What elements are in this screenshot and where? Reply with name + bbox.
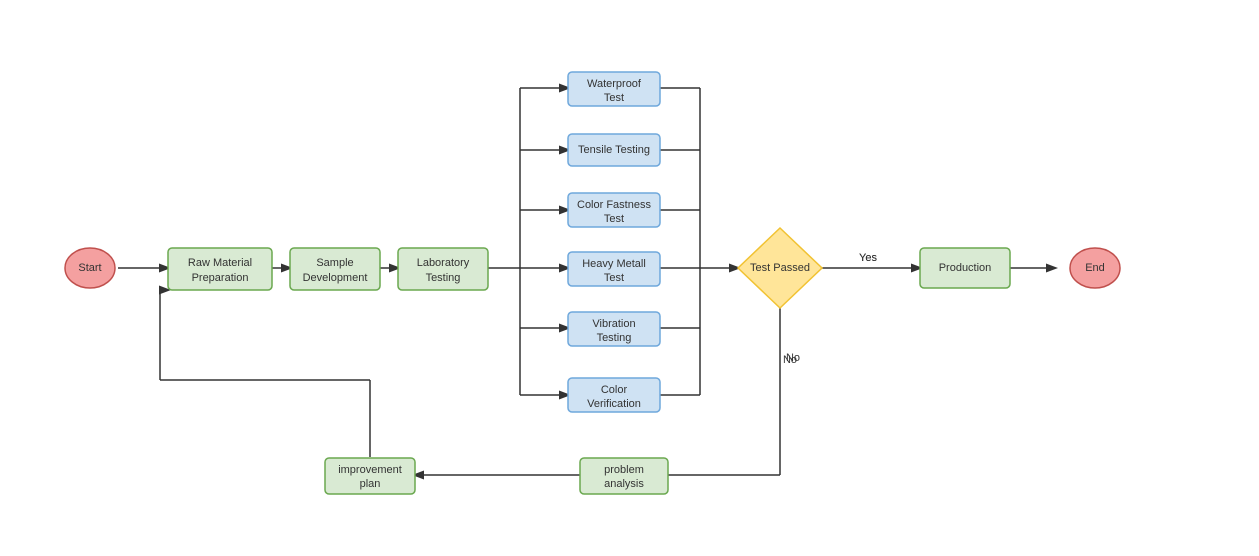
color-verification-label2: Verification (587, 398, 641, 410)
waterproof-label1: Waterproof (587, 78, 642, 90)
lab-testing-label2: Testing (426, 272, 461, 284)
heavy-metall-label1: Heavy Metall (582, 258, 646, 270)
test-passed-label: Test Passed (750, 262, 810, 274)
raw-material-label1: Raw Material (188, 257, 252, 269)
no-label: No (786, 352, 800, 364)
sample-dev-label2: Development (303, 272, 368, 284)
lab-testing-label1: Laboratory (417, 257, 470, 269)
flowchart: Yes No Start Raw Material Preparation Sa… (0, 0, 1259, 556)
production-label: Production (939, 262, 992, 274)
tensile-label: Tensile Testing (578, 144, 650, 156)
end-label: End (1085, 262, 1105, 274)
improvement-plan-label1: improvement (338, 464, 402, 476)
waterproof-label2: Test (604, 92, 624, 104)
color-fastness-label2: Test (604, 213, 624, 225)
improvement-plan-label2: plan (360, 478, 381, 490)
problem-analysis-label1: problem (604, 464, 644, 476)
color-verification-label1: Color (601, 384, 628, 396)
yes-label: Yes (859, 252, 877, 264)
vibration-label1: Vibration (592, 318, 635, 330)
problem-analysis-label2: analysis (604, 478, 644, 490)
sample-dev-label1: Sample (316, 257, 353, 269)
vibration-label2: Testing (597, 332, 632, 344)
raw-material-label2: Preparation (192, 272, 249, 284)
heavy-metall-label2: Test (604, 272, 624, 284)
color-fastness-label1: Color Fastness (577, 199, 651, 211)
start-label: Start (78, 262, 101, 274)
